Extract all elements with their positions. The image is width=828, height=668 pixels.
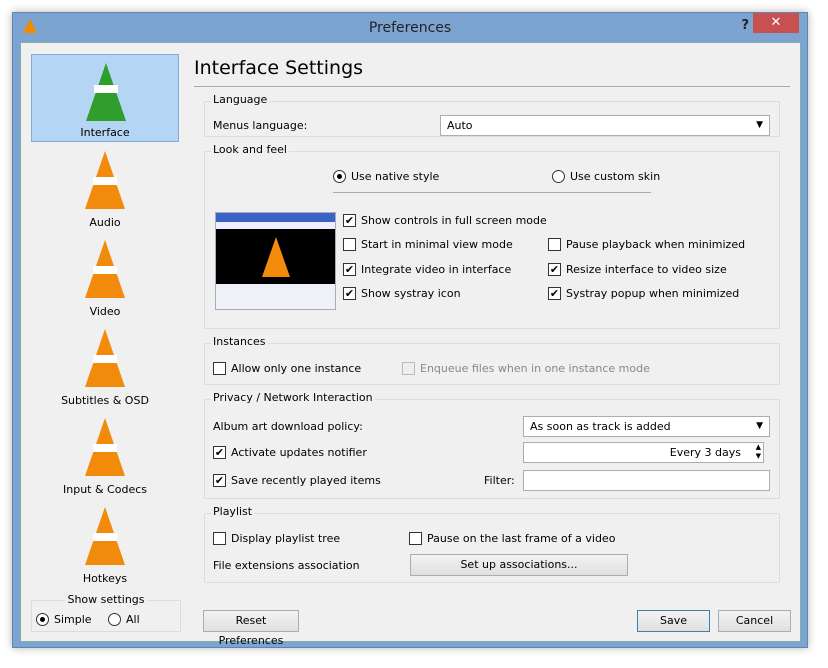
album-art-label: Album art download policy: — [213, 420, 363, 433]
sidebar-item-hotkeys[interactable]: Hotkeys — [31, 499, 179, 587]
sidebar-item-input-codecs[interactable]: Input & Codecs — [31, 410, 179, 498]
pause-minimized-checkbox[interactable]: Pause playback when minimized — [548, 238, 745, 251]
sidebar-item-interface[interactable]: Interface — [31, 54, 179, 142]
sidebar-item-audio[interactable]: Audio — [31, 143, 179, 231]
cancel-button[interactable]: Cancel — [718, 610, 791, 632]
sidebar-item-label: Input & Codecs — [63, 483, 147, 496]
save-button[interactable]: Save — [637, 610, 710, 632]
custom-skin-radio[interactable]: Use custom skin — [552, 170, 660, 183]
help-button[interactable]: ? — [741, 18, 749, 33]
show-controls-fullscreen-checkbox[interactable]: ✔ Show controls in full screen mode — [343, 214, 547, 227]
reset-preferences-button[interactable]: Reset Preferences — [203, 610, 299, 647]
updates-interval-spinbox[interactable]: Every 3 days ▲ ▼ — [523, 442, 764, 463]
preferences-window: Preferences ? ✕ Interface Audio Video Su… — [12, 12, 808, 648]
save-recent-checkbox[interactable]: ✔ Save recently played items — [213, 474, 381, 487]
look-and-feel-group: Look and feel Use native style Use custo… — [204, 143, 780, 329]
vlc-cone-icon — [23, 19, 37, 33]
menus-language-select[interactable]: Auto ▼ — [440, 115, 770, 136]
instances-group: Instances Allow only one instance Enqueu… — [204, 335, 780, 385]
show-settings-group: Show settings Simple All — [31, 593, 181, 632]
one-instance-checkbox[interactable]: Allow only one instance — [213, 362, 361, 375]
client-area: Interface Audio Video Subtitles & OSD In… — [20, 42, 801, 647]
sidebar-item-video[interactable]: Video — [31, 232, 179, 320]
all-radio[interactable]: All — [108, 613, 140, 626]
interface-preview-image — [215, 212, 336, 310]
enqueue-checkbox[interactable]: Enqueue files when in one instance mode — [402, 362, 650, 375]
file-extensions-label: File extensions association — [213, 559, 360, 572]
close-button[interactable]: ✕ — [753, 13, 799, 33]
updates-notifier-checkbox[interactable]: ✔ Activate updates notifier — [213, 446, 367, 459]
sidebar-item-label: Subtitles & OSD — [61, 394, 149, 407]
menus-language-label: Menus language: — [213, 119, 308, 132]
systray-icon-checkbox[interactable]: ✔ Show systray icon — [343, 287, 461, 300]
pause-last-frame-checkbox[interactable]: Pause on the last frame of a video — [409, 532, 615, 545]
native-style-radio[interactable]: Use native style — [333, 170, 439, 183]
page-title: Interface Settings — [194, 57, 364, 79]
sidebar-item-label: Interface — [80, 126, 130, 139]
spin-arrows-icon: ▲ ▼ — [755, 443, 761, 460]
sidebar-item-label: Hotkeys — [82, 572, 128, 585]
album-art-select[interactable]: As soon as track is added ▼ — [523, 416, 770, 437]
playlist-group: Playlist Display playlist tree Pause on … — [204, 505, 780, 583]
integrate-video-checkbox[interactable]: ✔ Integrate video in interface — [343, 263, 511, 276]
sidebar-item-label: Audio — [89, 216, 121, 229]
simple-radio[interactable]: Simple — [36, 613, 92, 626]
sidebar-item-subtitles[interactable]: Subtitles & OSD — [31, 321, 179, 409]
minimal-view-checkbox[interactable]: Start in minimal view mode — [343, 238, 513, 251]
window-title: Preferences — [368, 20, 452, 36]
filter-label: Filter: — [484, 474, 515, 487]
playlist-tree-checkbox[interactable]: Display playlist tree — [213, 532, 340, 545]
show-settings-label: Show settings — [65, 593, 147, 606]
setup-associations-button[interactable]: Set up associations... — [410, 554, 628, 576]
resize-interface-checkbox[interactable]: ✔ Resize interface to video size — [548, 263, 727, 276]
language-group: Language Menus language: Auto ▼ — [204, 93, 780, 137]
chevron-down-icon: ▼ — [756, 120, 763, 130]
privacy-group: Privacy / Network Interaction Album art … — [204, 391, 780, 499]
sidebar-item-label: Video — [89, 305, 121, 318]
filter-input[interactable] — [523, 470, 770, 491]
systray-popup-checkbox[interactable]: ✔ Systray popup when minimized — [548, 287, 739, 300]
chevron-down-icon: ▼ — [756, 421, 763, 431]
category-sidebar: Interface Audio Video Subtitles & OSD In… — [31, 54, 181, 594]
title-divider — [194, 86, 790, 87]
